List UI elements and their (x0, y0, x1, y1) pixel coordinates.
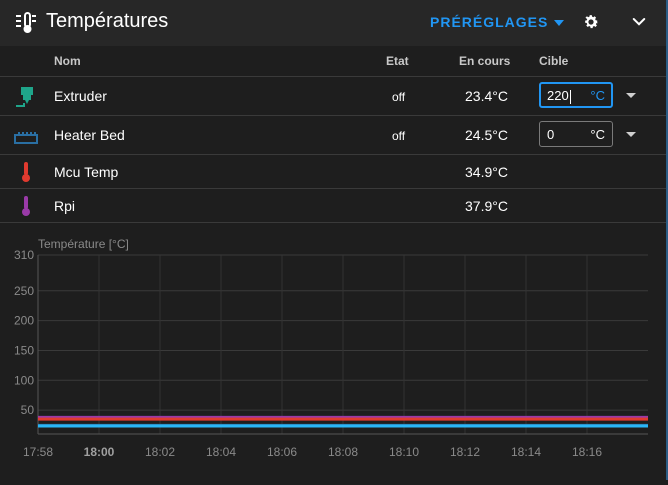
temperatures-panel: Températures PRÉRÉGLAGES Nom Etat En cou… (0, 0, 668, 480)
chart-y-tick-label: 50 (21, 403, 35, 417)
chart-x-tick-label: 18:04 (206, 445, 236, 459)
chart-x-tick-label: 18:16 (572, 445, 602, 459)
thermometer-icon (22, 196, 30, 216)
column-name: Nom (54, 54, 81, 68)
table-row-rpi: Rpi 37.9°C (0, 189, 666, 223)
target-temperature-input[interactable]: 0 °C (539, 121, 613, 147)
target-presets-caret-icon[interactable] (626, 93, 636, 98)
heater-bed-icon (14, 132, 38, 144)
current-temperature: 37.9°C (465, 198, 508, 214)
extruder-icon (16, 87, 33, 107)
text-cursor (569, 89, 571, 104)
chart-y-tick-label: 150 (14, 343, 34, 357)
heater-state[interactable]: off (392, 129, 405, 143)
current-temperature: 23.4°C (465, 88, 508, 104)
table-row-mcu-temp: Mcu Temp 34.9°C (0, 155, 666, 189)
table-row-heater-bed: Heater Bed off 24.5°C 0 °C (0, 116, 666, 155)
chart-y-tick-label: 200 (14, 314, 34, 328)
table-row-extruder: Extruder off 23.4°C 220 °C (0, 77, 666, 116)
target-value: 220 (547, 88, 569, 103)
target-unit: °C (590, 88, 605, 103)
chart-x-tick-label: 18:14 (511, 445, 541, 459)
chart-x-tick-label: 18:00 (84, 445, 115, 459)
chart-y-tick-label: 250 (14, 284, 34, 298)
chart-y-tick-label: 100 (14, 373, 34, 387)
presets-label: PRÉRÉGLAGES (430, 14, 549, 30)
chart-x-tick-label: 18:06 (267, 445, 297, 459)
target-unit: °C (590, 127, 605, 142)
column-state: Etat (386, 54, 409, 68)
chart-y-tick-label: 310 (14, 248, 34, 262)
panel-title: Températures (46, 10, 169, 32)
table-header: Nom Etat En cours Cible (0, 46, 666, 77)
current-temperature: 24.5°C (465, 127, 508, 143)
presets-dropdown[interactable]: PRÉRÉGLAGES (430, 14, 565, 30)
chart-y-axis-label: Température [°C] (38, 237, 129, 251)
column-target: Cible (539, 54, 569, 68)
target-temperature-input[interactable]: 220 °C (539, 82, 613, 108)
chart-x-tick-label: 18:10 (389, 445, 419, 459)
current-temperature: 34.9°C (465, 164, 508, 180)
gear-icon[interactable] (582, 13, 600, 31)
chart-x-tick-label: 18:08 (328, 445, 358, 459)
temperature-chart[interactable]: Température [°C] 50 100 150 200 250 310 17:58 18… (0, 232, 666, 480)
sensor-name: Rpi (54, 198, 76, 214)
temperature-chart-svg: Température [°C] 50 100 150 200 250 310 17:58 18… (14, 237, 648, 459)
chart-x-tick-label: 18:02 (145, 445, 175, 459)
chart-x-tick-label: 17:58 (23, 445, 53, 459)
heater-name: Heater Bed (54, 127, 125, 143)
chart-x-tick-label: 18:12 (450, 445, 480, 459)
heater-state[interactable]: off (392, 90, 405, 104)
column-current: En cours (459, 54, 511, 68)
thermometer-icon (22, 162, 30, 182)
target-value: 0 (547, 127, 555, 142)
target-presets-caret-icon[interactable] (626, 132, 636, 137)
panel-header: Températures PRÉRÉGLAGES (0, 0, 666, 46)
thermometer-lines-icon (16, 12, 36, 33)
sensor-name: Mcu Temp (54, 164, 119, 180)
chevron-down-icon[interactable] (630, 13, 648, 31)
heater-name: Extruder (54, 88, 107, 104)
caret-down-icon (554, 20, 565, 27)
